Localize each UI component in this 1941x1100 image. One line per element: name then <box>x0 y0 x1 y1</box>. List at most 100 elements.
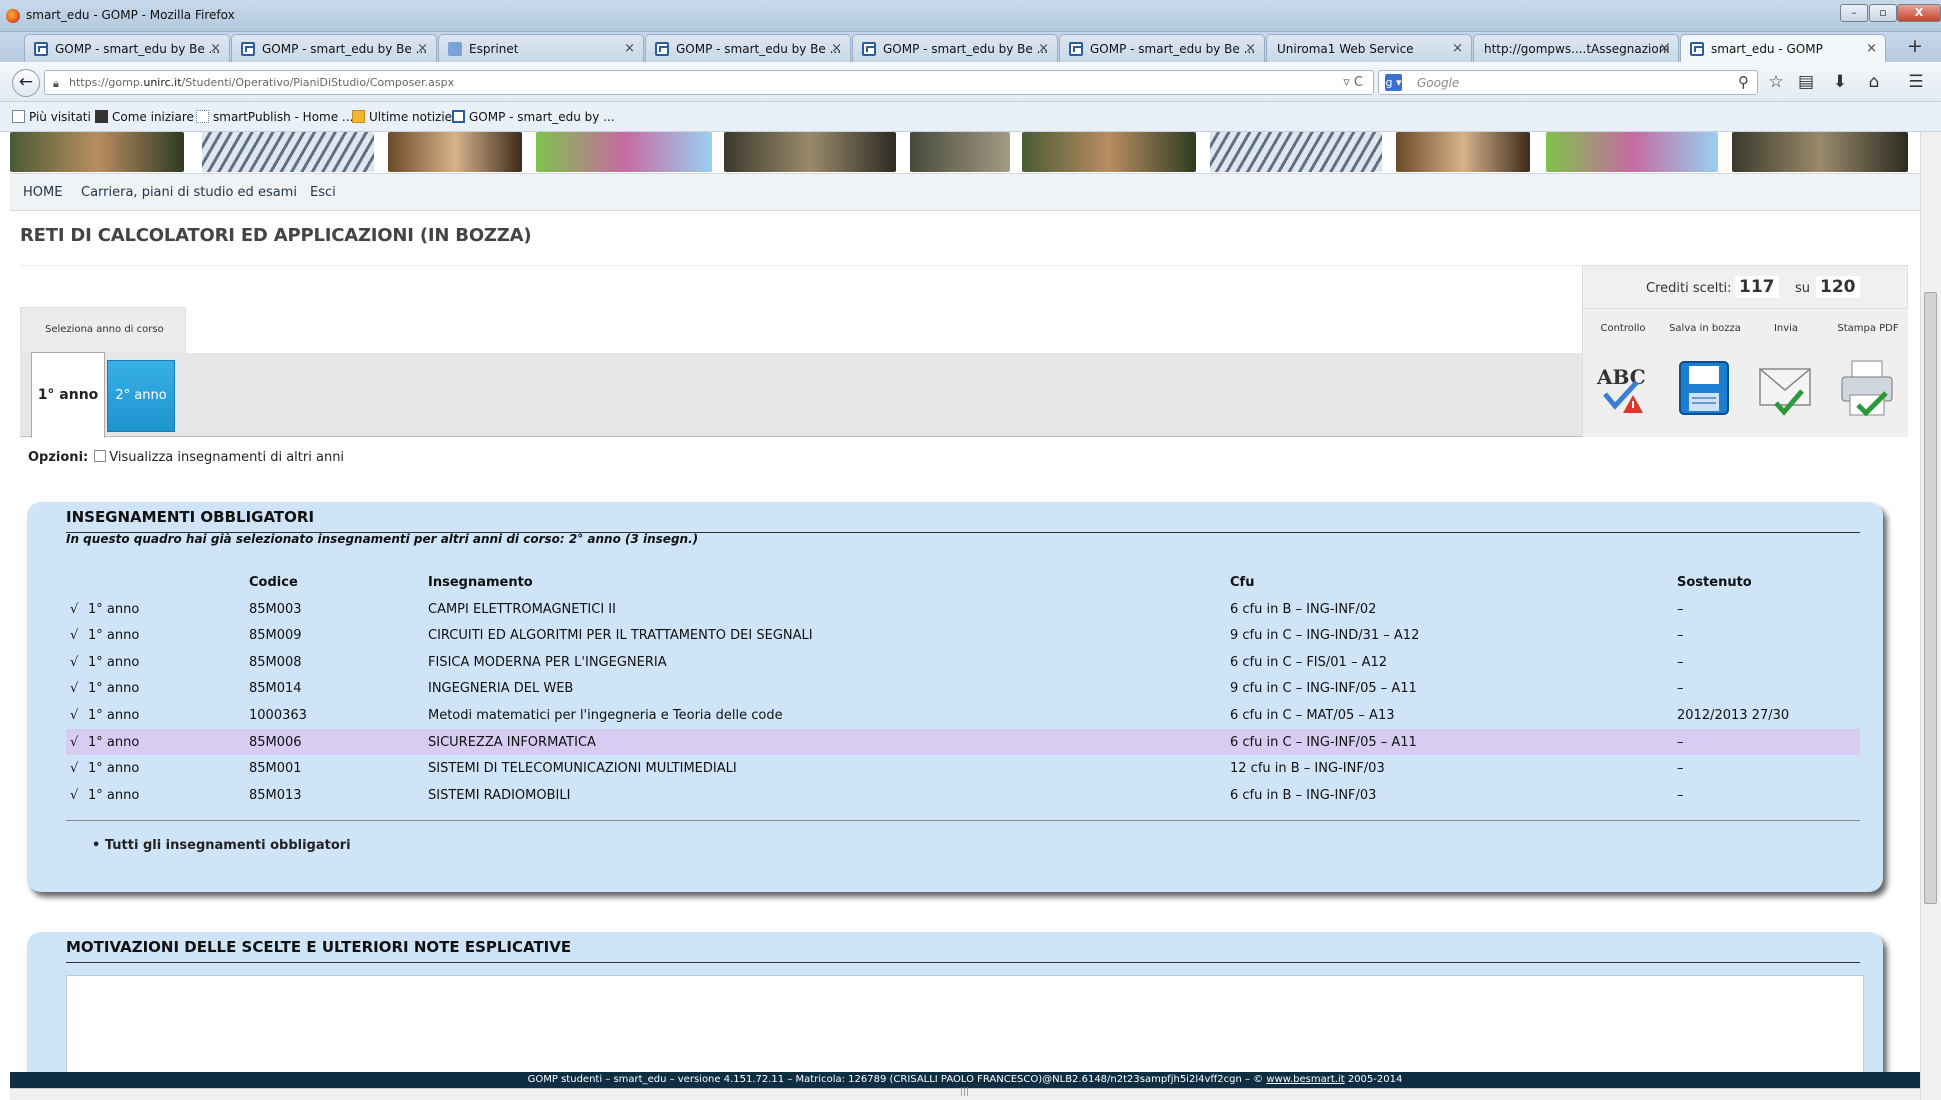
check-mark-icon: √ <box>70 735 79 750</box>
table-row[interactable]: √ 1° anno 85M014 INGEGNERIA DEL WEB 9 cf… <box>66 675 1860 701</box>
cell-sostenuto: – <box>1677 681 1684 696</box>
col-header-insegnamento: Insegnamento <box>428 575 533 590</box>
browser-tab[interactable]: Esprinet × <box>438 34 644 62</box>
downloads-icon[interactable]: ⬇ <box>1828 72 1852 94</box>
table-row[interactable]: √ 1° anno 85M001 SISTEMI DI TELECOMUNICA… <box>66 755 1860 781</box>
tab-close-icon[interactable]: × <box>1659 41 1670 56</box>
table-row[interactable]: √ 1° anno 1000363 Metodi matematici per … <box>66 702 1860 728</box>
browser-tab[interactable]: Uniroma1 Web Service × <box>1266 34 1472 62</box>
cell-sostenuto: – <box>1677 655 1684 670</box>
stampa-pdf-button[interactable] <box>1828 357 1908 427</box>
browser-tab[interactable]: GOMP - smart_edu by Be ... × <box>1059 34 1265 62</box>
tab-close-icon[interactable]: × <box>1245 41 1256 56</box>
table-row[interactable]: √ 1° anno 85M003 CAMPI ELETTROMAGNETICI … <box>66 596 1860 622</box>
url-bar[interactable]: 🔒︎ https://gomp.unirc.it/Studenti/Operat… <box>44 70 1374 95</box>
home-icon[interactable]: ⌂ <box>1862 72 1886 94</box>
cell-anno: 1° anno <box>88 681 140 696</box>
check-mark-icon: √ <box>70 708 79 723</box>
bookmark-item[interactable]: Più visitati <box>12 110 91 124</box>
printer-icon <box>1841 360 1893 417</box>
browser-tab[interactable]: GOMP - smart_edu by Be ... × <box>24 34 230 62</box>
tab-close-icon[interactable]: × <box>831 41 842 56</box>
table-row[interactable]: √ 1° anno 85M009 CIRCUITI ED ALGORITMI P… <box>66 622 1860 648</box>
browser-tab[interactable]: GOMP - smart_edu by Be ... × <box>852 34 1058 62</box>
credits-label: Crediti scelti: <box>1646 281 1732 296</box>
search-input[interactable]: g ▾ Google ⚲ <box>1378 70 1758 95</box>
new-tab-button[interactable]: + <box>1900 35 1930 59</box>
scrollbar-grip: ||| <box>960 1087 970 1097</box>
menu-home-link[interactable]: HOME <box>23 185 62 200</box>
bookmark-star-icon[interactable]: ☆ <box>1764 72 1788 94</box>
bookmark-item[interactable]: Come iniziare <box>95 110 194 124</box>
bookmark-icon <box>12 110 25 123</box>
check-mark-icon: √ <box>70 655 79 670</box>
table-row-highlighted[interactable]: √ 1° anno 85M006 SICUREZZA INFORMATICA 6… <box>66 729 1860 755</box>
footer-status-bar: GOMP studenti – smart_edu – versione 4.1… <box>10 1072 1920 1088</box>
back-button[interactable]: ← <box>12 69 40 97</box>
maximize-button[interactable]: ▫ <box>1869 4 1897 22</box>
altri-anni-label[interactable]: Visualizza insegnamenti di altri anni <box>109 450 344 465</box>
banner-photo <box>1546 132 1718 172</box>
browser-tab[interactable]: GOMP - smart_edu by Be ... × <box>645 34 851 62</box>
cell-codice: 85M014 <box>249 681 302 696</box>
invia-button[interactable] <box>1746 357 1826 427</box>
cell-codice: 85M001 <box>249 761 302 776</box>
year-2-tab[interactable]: 2° anno <box>107 360 175 432</box>
besmart-link[interactable]: www.besmart.it <box>1266 1074 1344 1085</box>
select-year-tab[interactable]: Seleziona anno di corso <box>20 307 186 353</box>
url-text: https://gomp.unirc.it/Studenti/Operativo… <box>69 76 455 89</box>
salva-bozza-button[interactable] <box>1665 357 1745 427</box>
check-mark-icon: √ <box>70 681 79 696</box>
action-label: Salva in bozza <box>1669 323 1741 334</box>
browser-tab[interactable]: http://gompws....tAssegnazioni × <box>1473 34 1679 62</box>
table-row[interactable]: √ 1° anno 85M013 SISTEMI RADIOMOBILI 6 c… <box>66 782 1860 808</box>
tab-close-icon[interactable]: × <box>417 41 428 56</box>
menu-carriera-link[interactable]: Carriera, piani di studio ed esami <box>81 185 297 200</box>
banner-photo <box>10 132 184 172</box>
tab-label: Esprinet <box>469 42 519 56</box>
cell-cfu: 6 cfu in C – MAT/05 – A13 <box>1230 708 1395 723</box>
banner-photo <box>1022 132 1196 172</box>
action-label: Stampa PDF <box>1837 323 1899 334</box>
reload-button[interactable]: ▿ C <box>1343 75 1363 90</box>
close-window-button[interactable]: X <box>1897 4 1941 22</box>
search-engine-icon[interactable]: g ▾ <box>1385 74 1402 91</box>
horizontal-scrollbar[interactable]: ||| <box>10 1087 1920 1100</box>
action-label: Controllo <box>1600 323 1646 334</box>
menu-icon[interactable]: ☰ <box>1904 72 1928 94</box>
lock-icon: 🔒︎ <box>53 77 59 90</box>
table-row[interactable]: √ 1° anno 85M008 FISICA MODERNA PER L'IN… <box>66 649 1860 675</box>
tab-close-icon[interactable]: × <box>1866 41 1877 56</box>
obbligatori-title: INSEGNAMENTI OBBLIGATORI <box>66 508 315 526</box>
minimize-button[interactable]: – <box>1840 4 1868 22</box>
browser-tab-bar: GOMP - smart_edu by Be ... × GOMP - smart… <box>0 32 1941 63</box>
controllo-button[interactable]: ABC <box>1583 357 1663 427</box>
rss-folder-icon <box>352 110 365 123</box>
browser-tab-active[interactable]: smart_edu - GOMP × <box>1680 34 1886 63</box>
altri-anni-checkbox[interactable] <box>94 450 107 462</box>
bookmark-item[interactable]: smartPublish - Home ... <box>196 110 353 124</box>
browser-tab[interactable]: GOMP - smart_edu by Be ... × <box>231 34 437 62</box>
tutti-obbligatori-link[interactable]: • Tutti gli insegnamenti obbligatori <box>92 838 351 853</box>
vertical-scrollbar-thumb[interactable] <box>1924 292 1937 904</box>
year-1-tab[interactable]: 1° anno <box>31 352 105 438</box>
cell-codice: 1000363 <box>249 708 307 723</box>
window-titlebar: smart_edu - GOMP - Mozilla Firefox – ▫ X <box>0 0 1941 32</box>
cell-insegnamento: INGEGNERIA DEL WEB <box>428 681 574 696</box>
bookmark-item[interactable]: Ultime notizie <box>352 110 452 124</box>
tab-close-icon[interactable]: × <box>1452 41 1463 56</box>
tab-close-icon[interactable]: × <box>1038 41 1049 56</box>
envelope-send-icon <box>1759 368 1811 416</box>
menu-esci-link[interactable]: Esci <box>310 185 336 200</box>
tab-close-icon[interactable]: × <box>624 41 635 56</box>
table-bottom-divider <box>66 820 1860 821</box>
search-icon[interactable]: ⚲ <box>1738 73 1749 91</box>
cell-insegnamento: SICUREZZA INFORMATICA <box>428 735 596 750</box>
tab-close-icon[interactable]: × <box>210 41 221 56</box>
gomp-favicon-icon <box>1069 42 1083 56</box>
bookmark-item[interactable]: GOMP - smart_edu by ... <box>452 110 615 124</box>
obbligatori-note: In questo quadro hai già selezionato ins… <box>66 532 699 546</box>
cell-codice: 85M013 <box>249 788 302 803</box>
bookmarks-list-icon[interactable]: ▤ <box>1794 72 1818 94</box>
tab-label: GOMP - smart_edu by Be ... <box>676 42 842 56</box>
